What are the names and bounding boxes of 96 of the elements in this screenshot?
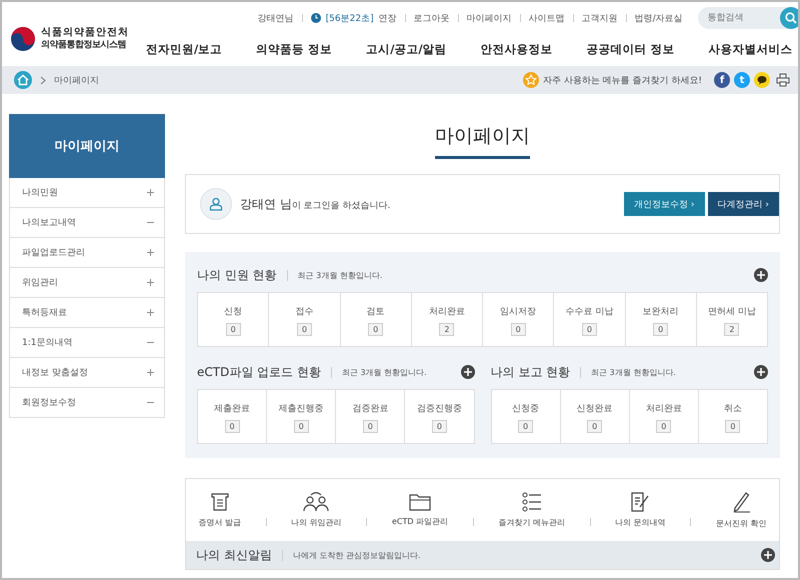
status-label: 보완처리 bbox=[642, 306, 679, 318]
extend-link[interactable]: 연장 bbox=[378, 12, 397, 24]
status-count[interactable]: 0 bbox=[725, 420, 740, 433]
status-label: 신청완료 bbox=[576, 403, 613, 415]
star-icon bbox=[522, 72, 539, 88]
status-count[interactable]: 0 bbox=[518, 420, 534, 433]
panel-title: 나의 민원 현황 bbox=[197, 266, 277, 284]
emblem-icon bbox=[10, 26, 36, 52]
sidebar-item[interactable]: 나의민원 bbox=[9, 178, 165, 208]
sidebar-item[interactable]: 파일업로드관리 bbox=[9, 238, 165, 268]
account-button[interactable]: 개인정보수정 › bbox=[624, 192, 705, 216]
quick-menu-item[interactable]: 증명서 발급 bbox=[198, 492, 241, 528]
nav-menu-item[interactable]: 사용자별서비스 bbox=[692, 34, 798, 64]
quick-menu-item[interactable]: 나의 문의내역 bbox=[615, 492, 666, 528]
social-share-button[interactable]: f bbox=[714, 72, 730, 88]
status-count[interactable]: 0 bbox=[582, 323, 597, 336]
status-count[interactable]: 0 bbox=[510, 323, 526, 336]
status-count[interactable]: 0 bbox=[656, 420, 672, 433]
panel-subtitle: 최근 3개월 현황입니다. bbox=[286, 270, 382, 280]
quick-menu-item[interactable]: 나의 위임관리 bbox=[291, 492, 342, 528]
utility-link[interactable]: 마이페이지 bbox=[466, 12, 512, 24]
logo-title: 식품의약품안전처 bbox=[41, 27, 129, 39]
logo-subtitle: 의약품통합정보시스템 bbox=[41, 39, 127, 51]
page-title: 마이페이지 bbox=[435, 124, 530, 159]
more-button[interactable] bbox=[754, 365, 768, 379]
status-count[interactable]: 0 bbox=[653, 323, 668, 336]
breadcrumb-current: 마이페이지 bbox=[54, 74, 99, 86]
nav-menu-item[interactable]: 전자민원/보고 bbox=[129, 34, 240, 64]
panel-title: eCTD파일 업로드 현황 bbox=[197, 364, 321, 380]
sidebar-item[interactable]: 1:1문의내역 bbox=[9, 328, 165, 358]
status-label: 처리완료 bbox=[646, 403, 682, 415]
sidebar-item[interactable]: 내정보 맞춤설정 bbox=[9, 358, 165, 388]
utility-link[interactable]: 법령/자료실 bbox=[634, 12, 683, 24]
sidebar-title: 마이페이지 bbox=[9, 114, 165, 178]
status-label: 수수료 미납 bbox=[565, 306, 614, 318]
status-label: 제출진행중 bbox=[278, 403, 324, 415]
status-count[interactable]: 0 bbox=[432, 420, 447, 433]
session-timer: [56분22초] bbox=[326, 12, 374, 24]
user-name: 강태연님 bbox=[258, 12, 294, 24]
list-icon bbox=[522, 492, 542, 512]
login-message: 강태연 님이 로그인을 하셨습니다. bbox=[240, 196, 392, 212]
status-label: 처리완료 bbox=[428, 306, 465, 318]
status-label: 신청중 bbox=[512, 403, 540, 415]
user-icon bbox=[200, 188, 232, 220]
sidebar-item[interactable]: 나의보고내역 bbox=[9, 208, 165, 238]
status-count[interactable]: 0 bbox=[226, 323, 241, 336]
status-count[interactable]: 0 bbox=[224, 420, 240, 433]
pen-icon bbox=[731, 491, 752, 513]
nav-menu-item[interactable]: 공공데이터 정보 bbox=[570, 34, 692, 64]
alerts-title: 나의 최신알림 bbox=[196, 546, 272, 564]
sidebar-item[interactable]: 위임관리 bbox=[9, 268, 165, 298]
status-count[interactable]: 0 bbox=[587, 420, 602, 433]
sidebar-item[interactable]: 회원정보수정 bbox=[9, 388, 165, 418]
status-label: 제출완료 bbox=[214, 403, 250, 415]
utility-link[interactable]: 고객지원 bbox=[582, 12, 618, 24]
alerts-subtitle: 나에게 도착한 관심정보알림입니다. bbox=[282, 550, 420, 560]
nav-menu-item[interactable]: 의약품등 정보 bbox=[239, 34, 350, 64]
more-button[interactable] bbox=[460, 365, 474, 379]
chevron-icon bbox=[40, 76, 46, 84]
status-label: 검증진행중 bbox=[416, 403, 462, 415]
more-button[interactable] bbox=[754, 268, 768, 282]
status-count[interactable]: 0 bbox=[368, 323, 384, 336]
folder-icon bbox=[409, 493, 432, 511]
status-label: 접수 bbox=[295, 306, 314, 318]
panel-subtitle: 최근 3개월 현황입니다. bbox=[330, 366, 427, 378]
utility-link[interactable]: 사이트맵 bbox=[528, 12, 565, 24]
document-pen-icon bbox=[630, 492, 650, 512]
quick-menu-item[interactable]: 즐겨찾기 메뉴관리 bbox=[498, 492, 565, 528]
people-icon bbox=[303, 492, 330, 512]
quick-menu-item[interactable]: 문서진위 확인 bbox=[716, 491, 767, 529]
sidebar-item[interactable]: 특허등재료 bbox=[9, 298, 165, 328]
print-icon[interactable] bbox=[776, 73, 790, 87]
status-label: 면허세 미납 bbox=[708, 306, 756, 318]
status-label: 신청 bbox=[224, 306, 242, 318]
favorite-tip: 자주 사용하는 메뉴를 즐겨찾기 하세요! bbox=[542, 74, 702, 86]
nav-menu-item[interactable]: 안전사용정보 bbox=[464, 34, 570, 64]
status-count[interactable]: 2 bbox=[724, 323, 740, 336]
status-label: 검증완료 bbox=[352, 403, 388, 415]
chat-bubble-icon[interactable] bbox=[754, 72, 770, 88]
account-button[interactable]: 다계정관리 › bbox=[708, 192, 779, 216]
panel-title: 나의 보고 현황 bbox=[490, 364, 570, 380]
more-button[interactable] bbox=[761, 548, 775, 562]
clock-icon bbox=[310, 13, 321, 23]
status-count[interactable]: 0 bbox=[362, 420, 378, 433]
status-count[interactable]: 0 bbox=[296, 323, 312, 336]
nav-menu-item[interactable]: 고시/공고/알림 bbox=[349, 34, 464, 64]
scroll-icon bbox=[208, 492, 231, 512]
status-label: 검토 bbox=[366, 306, 385, 318]
quick-menu-item[interactable]: eCTD 파일관리 bbox=[392, 493, 448, 527]
status-count[interactable]: 2 bbox=[439, 323, 454, 336]
utility-link[interactable]: 로그아웃 bbox=[414, 12, 450, 24]
home-icon[interactable] bbox=[14, 71, 32, 89]
panel-subtitle: 최근 3개월 현황입니다. bbox=[580, 366, 676, 378]
status-label: 취소 bbox=[724, 403, 742, 415]
status-count[interactable]: 0 bbox=[294, 420, 309, 433]
status-label: 임시저장 bbox=[500, 306, 536, 318]
